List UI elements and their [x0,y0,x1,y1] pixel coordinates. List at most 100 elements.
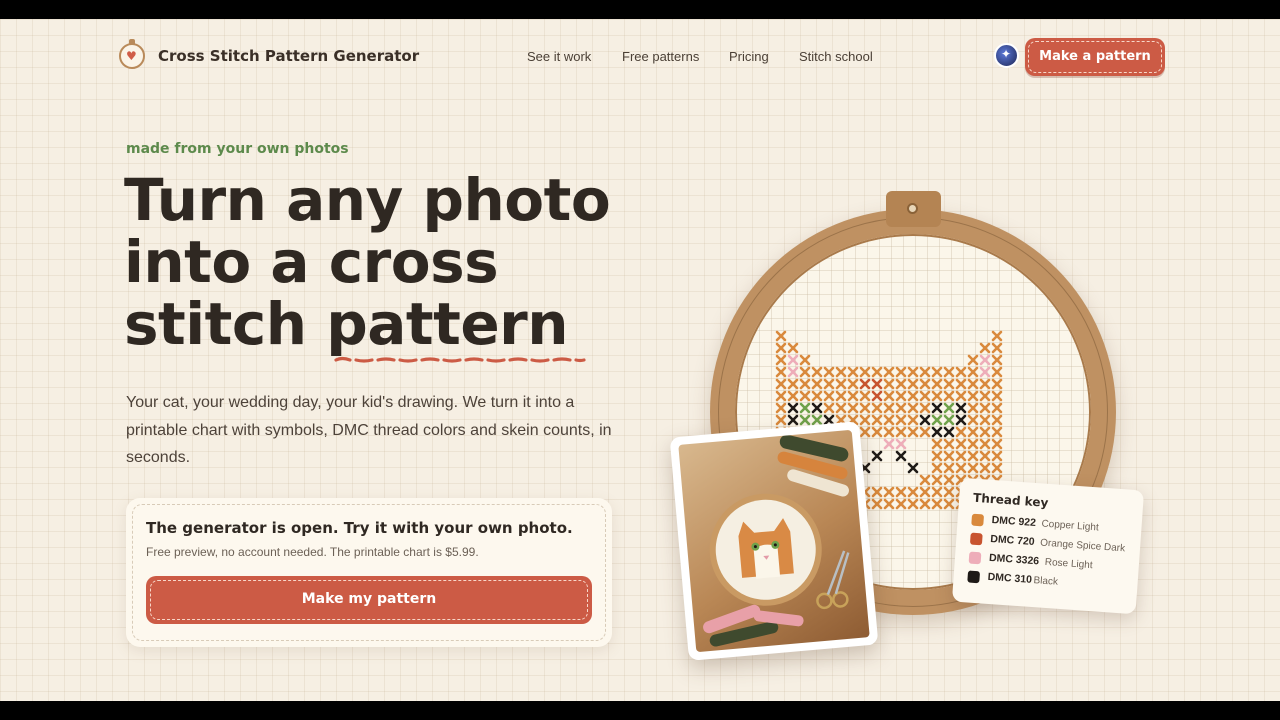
stitch-cross [991,438,1003,450]
stitch-cross [811,378,823,390]
stitch-cross [967,450,979,462]
thread-row: DMC 922 Copper Light [971,513,1099,533]
hoop-screw-icon [907,203,918,214]
stitch-cross [871,402,883,414]
swatch-copper-light [971,513,985,527]
stitch-cross [919,366,931,378]
stitch-cross [871,414,883,426]
stitch-cross [895,450,907,462]
stitch-cross [955,462,967,474]
logo-hoop-icon[interactable]: ♥ [119,39,145,69]
stitch-cross [871,450,883,462]
stitch-cross [943,486,955,498]
user-avatar[interactable]: ✦ [994,43,1019,68]
stitch-cross [943,414,955,426]
swatch-orange-spice-dark [969,532,983,546]
stitch-cross [919,378,931,390]
stitch-cross [823,378,835,390]
thread-code: DMC 3326 [988,551,1040,568]
stitch-cross [943,498,955,510]
stitch-cross [931,378,943,390]
nav-stitch-school[interactable]: Stitch school [799,49,873,64]
stitch-cross [895,378,907,390]
stitch-cross [787,342,799,354]
headline-line-3: stitch pattern [124,293,684,355]
make-a-pattern-label: Make a pattern [1039,49,1151,64]
stitch-cross [931,462,943,474]
stitch-cross [799,366,811,378]
stitch-cross [931,474,943,486]
thread-name: Black [1033,575,1059,588]
stitch-cross [955,378,967,390]
stitch-cross [991,378,1003,390]
thread-row: DMC 3326 Rose Light [968,551,1093,571]
stitch-cross [883,498,895,510]
thread-code: DMC 922 [991,514,1037,530]
hero-eyebrow: made from your own photos [126,141,349,157]
stitch-cross [979,462,991,474]
stitch-cross [811,402,823,414]
stitch-cross [979,414,991,426]
stitch-cross [823,402,835,414]
stitch-cross [919,402,931,414]
stitch-cross [859,426,871,438]
stitch-cross [883,378,895,390]
stitch-cross [943,426,955,438]
thread-name: Orange Spice Dark [1039,537,1126,555]
stitch-cross [955,402,967,414]
stitch-cross [775,354,787,366]
stitch-cross [871,486,883,498]
stitch-cross [799,378,811,390]
stitch-cross [931,390,943,402]
stitch-cross [895,366,907,378]
stitch-cross [799,390,811,402]
stitch-cross [859,402,871,414]
stitch-cross [787,390,799,402]
cat-embroidery-photo [669,421,879,661]
headline-line-1: Turn any photo [124,166,611,234]
stitch-cross [835,402,847,414]
photo-illustration [703,434,850,647]
stitch-cross [967,462,979,474]
stitch-cross [895,438,907,450]
nav-free-patterns[interactable]: Free patterns [622,49,699,64]
nav-pricing[interactable]: Pricing [729,49,769,64]
stitch-cross [799,354,811,366]
stitch-cross [823,366,835,378]
stitch-cross [883,366,895,378]
stitch-cross [775,414,787,426]
stitch-cross [871,390,883,402]
stitch-cross [883,402,895,414]
stitch-cross [847,366,859,378]
brand-name[interactable]: Cross Stitch Pattern Generator [158,47,419,65]
stitch-cross [967,354,979,366]
stitch-cross [811,390,823,402]
stitch-cross [883,438,895,450]
stitch-cross [895,414,907,426]
stitch-cross [991,342,1003,354]
nav-see-it-work[interactable]: See it work [527,49,591,64]
stitch-cross [979,426,991,438]
stitch-cross [871,366,883,378]
make-a-pattern-button[interactable]: Make a pattern [1025,38,1165,76]
stitch-cross [991,354,1003,366]
swatch-rose-light [968,551,982,565]
generator-card: The generator is open. Try it with your … [126,498,612,647]
stitch-cross [967,366,979,378]
stitch-cross [775,390,787,402]
stitch-cross [895,498,907,510]
stitch-cross [847,402,859,414]
stitch-cross [955,438,967,450]
stitch-cross [859,378,871,390]
stitch-cross [919,426,931,438]
stitch-cross [787,414,799,426]
stitch-cross [847,390,859,402]
stitch-cross [931,498,943,510]
stitch-cross [787,402,799,414]
swatch-black [967,570,981,584]
stitch-cross [967,438,979,450]
stitch-cross [919,474,931,486]
stitch-cross [871,378,883,390]
stitch-cross [943,474,955,486]
make-my-pattern-button[interactable]: Make my pattern [146,576,592,624]
